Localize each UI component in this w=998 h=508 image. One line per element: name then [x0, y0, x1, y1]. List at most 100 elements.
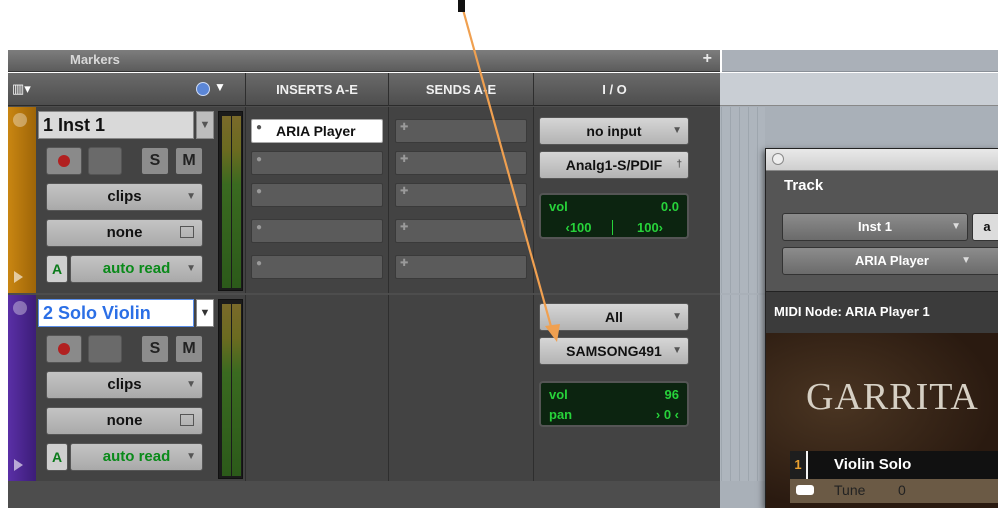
input-label: no input	[586, 123, 642, 139]
close-icon[interactable]	[772, 153, 784, 165]
input-selector[interactable]: All ▼	[539, 303, 689, 331]
group-label: none	[106, 412, 143, 429]
output-label: Analg1-S/PDIF	[565, 157, 663, 173]
playlist-label: clips	[107, 376, 142, 393]
instrument-slot[interactable]: 1 Violin Solo	[790, 451, 998, 479]
plugin-compare-button[interactable]: a	[972, 213, 998, 241]
plugin-track-label: Track	[784, 177, 824, 194]
track-color-strip[interactable]	[8, 107, 36, 293]
vol-value[interactable]: 0.0	[661, 199, 679, 214]
group-label: none	[106, 224, 143, 241]
group-dropdown[interactable]: none	[46, 219, 203, 247]
record-enable-button[interactable]	[46, 335, 82, 363]
track-name[interactable]: 1 Inst 1	[38, 111, 194, 139]
track-options-icon[interactable]	[13, 301, 27, 315]
pan-value[interactable]: › 0 ‹	[656, 407, 679, 422]
vol-value[interactable]: 96	[665, 387, 679, 402]
send-slot-c[interactable]: ✚	[395, 183, 527, 207]
output-label: SAMSONG491	[566, 343, 662, 359]
track-solo-violin: 2 Solo Violin ▼ S M clips ▼ none A auto r…	[8, 295, 720, 481]
level-meter	[218, 111, 243, 291]
divider	[533, 295, 534, 481]
send-slot-a[interactable]: ✚	[395, 119, 527, 143]
level-meter	[218, 299, 243, 479]
output-selector[interactable]: SAMSONG491 ▼	[539, 337, 689, 365]
send-slot-d[interactable]: ✚	[395, 219, 527, 243]
plugin-track-selector[interactable]: Inst 1 ▼	[782, 213, 968, 241]
insert-slot-d[interactable]: ●	[251, 219, 383, 243]
expand-triangle-icon[interactable]	[14, 271, 23, 283]
tune-value[interactable]: 0	[898, 482, 906, 498]
solo-button[interactable]: S	[141, 147, 169, 175]
meter-left	[222, 116, 231, 288]
send-slot-e[interactable]: ✚	[395, 255, 527, 279]
insert-slot-a[interactable]: ● ARIA Player	[251, 119, 383, 143]
insert-slot-c[interactable]: ●	[251, 183, 383, 207]
group-dropdown[interactable]: none	[46, 407, 203, 435]
aria-player-panel: GARRITA 1 Violin Solo Tune 0	[766, 333, 998, 508]
input-label: All	[605, 309, 623, 325]
solo-button[interactable]: S	[141, 335, 169, 363]
timeline-ruler[interactable]	[722, 50, 998, 72]
add-marker-button[interactable]: +	[703, 50, 712, 68]
automation-label: auto read	[102, 448, 171, 465]
track-name-dropdown[interactable]: ▼	[196, 111, 214, 139]
plugin-titlebar[interactable]	[766, 149, 998, 171]
track-options-icon[interactable]	[13, 113, 27, 127]
plugin-insert-selector[interactable]: ARIA Player ▼	[782, 247, 998, 275]
divider	[245, 107, 246, 293]
io-header: I / O	[533, 73, 695, 106]
column-header-row: ▥▾ ▼ INSERTS A-E SENDS A-E I / O	[8, 73, 720, 106]
tune-knob-icon[interactable]	[796, 485, 814, 495]
chevron-down-icon[interactable]: ▼	[214, 80, 226, 94]
playlist-dropdown[interactable]: clips ▼	[46, 371, 203, 399]
clock-icon[interactable]	[196, 82, 210, 96]
garritan-logo: GARRITA	[806, 376, 979, 418]
timeline-header	[695, 73, 998, 106]
automation-mode-dropdown[interactable]: auto read ▼	[70, 443, 203, 471]
divider	[388, 107, 389, 293]
plugin-header: Track Inst 1 ▼ a ARIA Player ▼	[766, 171, 998, 291]
track-name-dropdown[interactable]: ▼	[196, 299, 214, 327]
automation-icon[interactable]: A	[46, 255, 68, 283]
expand-triangle-icon[interactable]	[14, 459, 23, 471]
send-slot-b[interactable]: ✚	[395, 151, 527, 175]
divider	[245, 295, 246, 481]
pan-label: pan	[549, 407, 573, 422]
tune-row: Tune 0	[790, 479, 998, 503]
track-color-strip[interactable]	[8, 295, 36, 481]
track-name[interactable]: 2 Solo Violin	[38, 299, 194, 327]
meter-right	[232, 116, 241, 288]
vol-label: vol	[549, 199, 568, 214]
markers-ruler[interactable]: Markers +	[8, 50, 720, 72]
vol-label: vol	[549, 387, 568, 402]
track-inst-1: 1 Inst 1 ▼ S M clips ▼ none A auto read ▼ …	[8, 107, 720, 293]
output-selector[interactable]: Analg1-S/PDIF †	[539, 151, 689, 179]
instrument-name[interactable]: Violin Solo	[808, 451, 998, 479]
pan-right-value[interactable]: 100›	[617, 220, 683, 235]
insert-slot-b[interactable]: ●	[251, 151, 383, 175]
meter-left	[222, 304, 231, 476]
playlist-label: clips	[107, 188, 142, 205]
pan-left-value[interactable]: ‹100	[545, 220, 613, 235]
insert-label: ARIA Player	[276, 123, 356, 139]
input-monitor-button[interactable]	[88, 335, 122, 363]
volume-pan-display[interactable]: vol 0.0 ‹100 100›	[539, 193, 689, 239]
meter-right	[232, 304, 241, 476]
plugin-window: Track Inst 1 ▼ a ARIA Player ▼ MIDI Node: …	[765, 148, 998, 508]
automation-mode-dropdown[interactable]: auto read ▼	[70, 255, 203, 283]
mute-button[interactable]: M	[175, 335, 203, 363]
view-selector-icon[interactable]: ▥▾	[12, 81, 42, 97]
midi-node-label: MIDI Node: ARIA Player 1	[774, 304, 930, 319]
input-monitor-button[interactable]	[88, 147, 122, 175]
input-selector[interactable]: no input ▼	[539, 117, 689, 145]
record-enable-button[interactable]	[46, 147, 82, 175]
playlist-dropdown[interactable]: clips ▼	[46, 183, 203, 211]
automation-icon[interactable]: A	[46, 443, 68, 471]
plugin-track-value: Inst 1	[858, 219, 892, 234]
mix-panel: ▥▾ ▼ INSERTS A-E SENDS A-E I / O 1 Inst …	[8, 73, 720, 508]
insert-slot-e[interactable]: ●	[251, 255, 383, 279]
plugin-insert-value: ARIA Player	[855, 253, 929, 268]
volume-pan-display[interactable]: vol 96 pan › 0 ‹	[539, 381, 689, 427]
mute-button[interactable]: M	[175, 147, 203, 175]
